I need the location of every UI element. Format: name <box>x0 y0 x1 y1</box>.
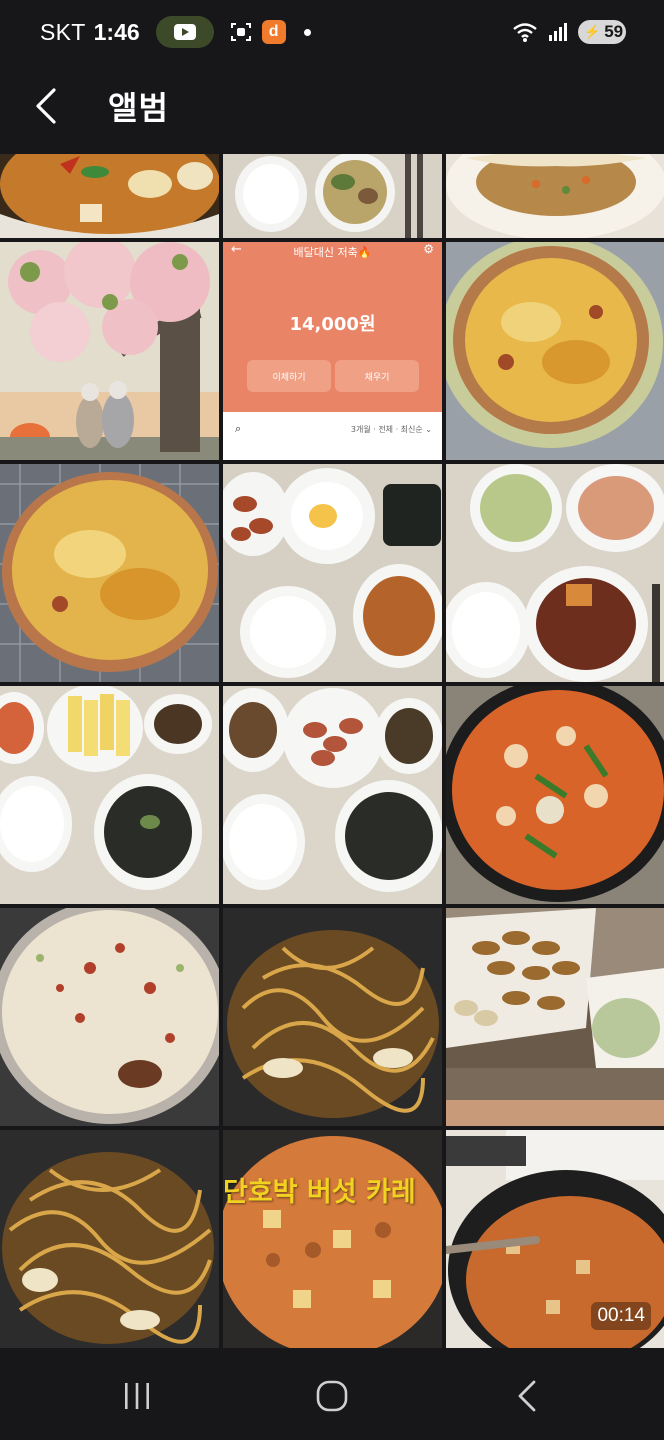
photo-grid: ← 배달대신 저축🔥 ⚙ 14,000원 이체하기 채우기 ⌕ 3개월 · 전체… <box>0 154 664 1352</box>
battery-level: 59 <box>604 22 624 41</box>
recent-apps-icon <box>125 1383 150 1409</box>
bank-fill-label: 채우기 <box>335 360 419 392</box>
photo-embroidery-tree-couple[interactable] <box>0 242 219 460</box>
photo-egg-roll-seaweed-soup-tray[interactable] <box>0 686 219 904</box>
photo-rice-and-soup-tray[interactable] <box>223 154 442 238</box>
carrier-label: SKT <box>40 18 86 45</box>
screen-capture-icon <box>230 23 251 41</box>
tiktok-notification-icon: d <box>261 20 286 44</box>
photo-sausage-egg-tray[interactable] <box>223 464 442 682</box>
bank-balance: 14,000원 <box>289 314 376 335</box>
youtube-notification-icon <box>155 16 214 48</box>
wifi-icon <box>513 23 537 42</box>
status-clock: 1:46 <box>93 18 140 45</box>
photo-pizza-on-rack[interactable] <box>0 464 219 682</box>
bank-settings-icon: ⚙ <box>423 242 434 256</box>
photo-omelette-fried-rice[interactable] <box>446 154 664 238</box>
page-title: 앨범 <box>108 89 169 127</box>
photo-bank-app-screenshot[interactable]: ← 배달대신 저축🔥 ⚙ 14,000원 이체하기 채우기 ⌕ 3개월 · 전체… <box>223 242 442 460</box>
photo-porridge-pot[interactable] <box>0 908 219 1126</box>
back-arrow-icon <box>518 1380 536 1412</box>
charging-bolt-icon: ⚡ <box>584 24 601 39</box>
photo-curry-dish[interactable] <box>0 154 219 238</box>
status-bar: SKT 1:46 d ⚡ 59 <box>0 0 664 64</box>
battery-indicator: ⚡ 59 <box>578 20 626 44</box>
photo-spicy-stew-pan[interactable] <box>446 686 664 904</box>
cell-signal-icon <box>549 23 567 41</box>
bank-screen-title: 배달대신 저축🔥 <box>293 246 372 259</box>
video-caption-text: 단호박 버섯 카레 <box>223 1177 416 1208</box>
app-bar: 앨범 <box>0 64 664 148</box>
back-button[interactable] <box>0 64 90 148</box>
photo-pizza-on-plate[interactable] <box>446 242 664 460</box>
bank-transfer-label: 이체하기 <box>247 360 331 392</box>
home-button[interactable] <box>272 1352 392 1440</box>
photo-sausage-seaweed-soup-tray[interactable] <box>223 686 442 904</box>
photo-fried-noodles-closeup[interactable] <box>0 1130 219 1348</box>
photo-fried-snacks-on-paper[interactable] <box>446 908 664 1126</box>
bank-search-icon: ⌕ <box>235 422 242 435</box>
recent-apps-button[interactable] <box>77 1352 197 1440</box>
photo-curry-pot-video[interactable]: 00:14 <box>446 1130 664 1348</box>
photo-pumpkin-mushroom-curry-video[interactable]: 단호박 버섯 카레 <box>223 1130 442 1348</box>
bank-filter-label: 3개월 · 전체 · 최신순 ⌄ <box>350 425 432 434</box>
chevron-left-icon <box>36 88 56 124</box>
photo-kimchi-braised-meat-tray[interactable] <box>446 464 664 682</box>
home-icon <box>316 1380 348 1412</box>
video-duration-badge: 00:14 <box>591 1302 651 1330</box>
system-navigation-bar <box>0 1352 664 1440</box>
more-notifications-dot-icon <box>303 28 311 36</box>
photo-fried-noodles-pan[interactable] <box>223 908 442 1126</box>
system-back-button[interactable] <box>467 1352 587 1440</box>
